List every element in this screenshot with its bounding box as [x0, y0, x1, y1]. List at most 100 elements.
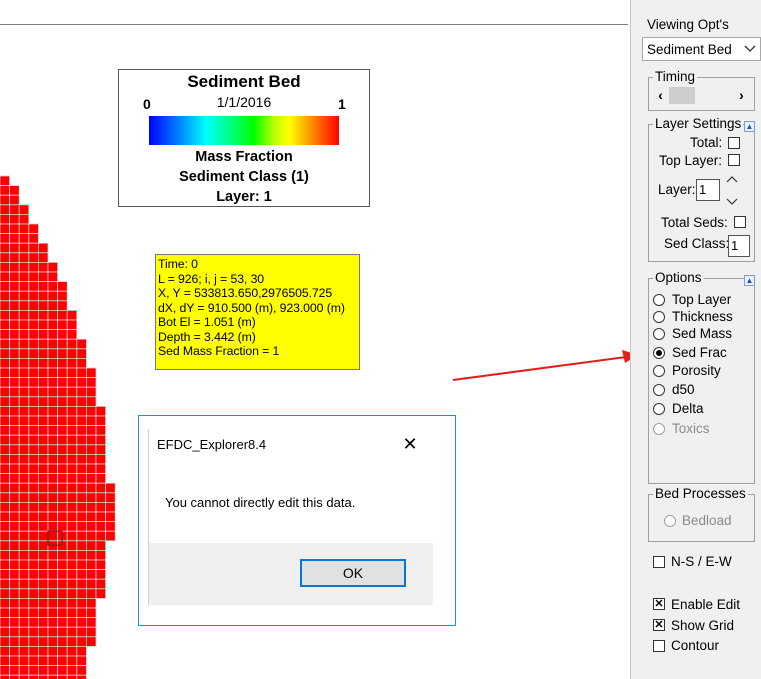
grid-cell[interactable] [76, 396, 87, 407]
grid-cell[interactable] [105, 511, 116, 523]
grid-cell[interactable] [38, 511, 49, 523]
grid-cell[interactable] [38, 607, 49, 619]
grid-cell[interactable] [66, 530, 78, 542]
grid-cell[interactable] [38, 386, 49, 398]
grid-cell[interactable] [28, 348, 39, 359]
grid-cell[interactable] [76, 646, 87, 657]
grid-cell[interactable] [0, 281, 11, 292]
grid-cell[interactable] [57, 386, 68, 398]
grid-cell[interactable] [57, 434, 68, 446]
grid-cell[interactable] [0, 501, 11, 513]
grid-cell[interactable] [38, 617, 49, 628]
grid-cell[interactable] [66, 501, 78, 513]
grid-cell[interactable] [0, 405, 11, 417]
grid-cell[interactable] [105, 492, 116, 503]
grid-cell[interactable] [38, 261, 49, 273]
grid-cell[interactable] [47, 453, 59, 465]
grid-cell[interactable] [47, 309, 59, 321]
grid-cell[interactable] [86, 511, 97, 523]
grid-cell[interactable] [76, 540, 87, 551]
grid-cell[interactable] [47, 338, 59, 350]
grid-cell[interactable] [57, 463, 68, 475]
grid-cell[interactable] [18, 281, 30, 292]
grid-cell[interactable] [66, 377, 78, 388]
grid-cell[interactable] [57, 444, 68, 455]
grid-cell[interactable] [9, 329, 20, 340]
grid-cell[interactable] [86, 405, 97, 417]
grid-cell[interactable] [47, 559, 59, 571]
grid-cell[interactable] [0, 550, 11, 561]
grid-cell[interactable] [86, 482, 97, 494]
grid-cell[interactable] [28, 357, 39, 369]
grid-cell[interactable] [86, 434, 97, 446]
grid-cell[interactable] [57, 674, 68, 679]
option-radio[interactable] [653, 347, 665, 359]
grid-cell[interactable] [9, 319, 20, 331]
grid-cell[interactable] [76, 598, 87, 609]
grid-cell[interactable] [76, 578, 87, 590]
grid-cell[interactable] [18, 309, 30, 321]
grid-cell[interactable] [0, 655, 11, 667]
grid-cell[interactable] [28, 377, 39, 388]
grid-cell[interactable] [0, 453, 11, 465]
grid-cell[interactable] [28, 444, 39, 455]
grid-cell[interactable] [28, 540, 39, 551]
grid-cell[interactable] [66, 463, 78, 475]
grid-cell[interactable] [66, 578, 78, 590]
grid-cell[interactable] [9, 357, 20, 369]
grid-cell[interactable] [18, 348, 30, 359]
grid-cell[interactable] [28, 530, 39, 542]
grid-cell[interactable] [18, 511, 30, 523]
grid-cell[interactable] [47, 329, 59, 340]
grid-cell[interactable] [57, 348, 68, 359]
grid-cell[interactable] [47, 674, 59, 679]
grid-cell[interactable] [95, 405, 107, 417]
grid-cell[interactable] [38, 338, 49, 350]
grid-cell[interactable] [18, 242, 30, 254]
grid-cell[interactable] [95, 463, 107, 475]
grid-cell[interactable] [76, 473, 87, 484]
grid-cell[interactable] [95, 492, 107, 503]
grid-cell[interactable] [47, 636, 59, 647]
grid-cell[interactable] [28, 521, 39, 532]
grid-cell[interactable] [66, 559, 78, 571]
grid-cell[interactable] [0, 588, 11, 599]
grid-cell[interactable] [18, 338, 30, 350]
grid-cell[interactable] [38, 626, 49, 638]
grid-cell[interactable] [38, 492, 49, 503]
grid-cell[interactable] [38, 329, 49, 340]
grid-cell[interactable] [47, 434, 59, 446]
grid-cell[interactable] [0, 530, 11, 542]
grid-cell[interactable] [57, 482, 68, 494]
grid-cell[interactable] [9, 569, 20, 580]
grid-cell[interactable] [18, 415, 30, 427]
grid-cell[interactable] [9, 482, 20, 494]
grid-cell[interactable] [28, 309, 39, 321]
grid-cell[interactable] [95, 501, 107, 513]
grid-cell[interactable] [0, 665, 11, 676]
grid-cell[interactable] [18, 578, 30, 590]
grid-cell[interactable] [9, 281, 20, 292]
collapse-icon[interactable]: ▲ [744, 121, 755, 132]
grid-cell[interactable] [28, 396, 39, 407]
grid-cell[interactable] [95, 453, 107, 465]
grid-cell[interactable] [86, 521, 97, 532]
grid-cell[interactable] [38, 453, 49, 465]
grid-cell[interactable] [18, 540, 30, 551]
grid-cell[interactable] [18, 501, 30, 513]
grid-cell[interactable] [95, 530, 107, 542]
grid-cell[interactable] [38, 309, 49, 321]
grid-cell[interactable] [9, 511, 20, 523]
grid-cell[interactable] [57, 559, 68, 571]
grid-cell[interactable] [57, 607, 68, 619]
option-radio[interactable] [653, 311, 665, 323]
grid-cell[interactable] [38, 501, 49, 513]
grid-cell[interactable] [9, 377, 20, 388]
grid-cell[interactable] [66, 434, 78, 446]
grid-cell[interactable] [86, 415, 97, 427]
grid-cell[interactable] [47, 607, 59, 619]
grid-cell[interactable] [57, 578, 68, 590]
grid-cell[interactable] [66, 405, 78, 417]
grid-cell[interactable] [66, 453, 78, 465]
grid-cell[interactable] [0, 213, 11, 225]
